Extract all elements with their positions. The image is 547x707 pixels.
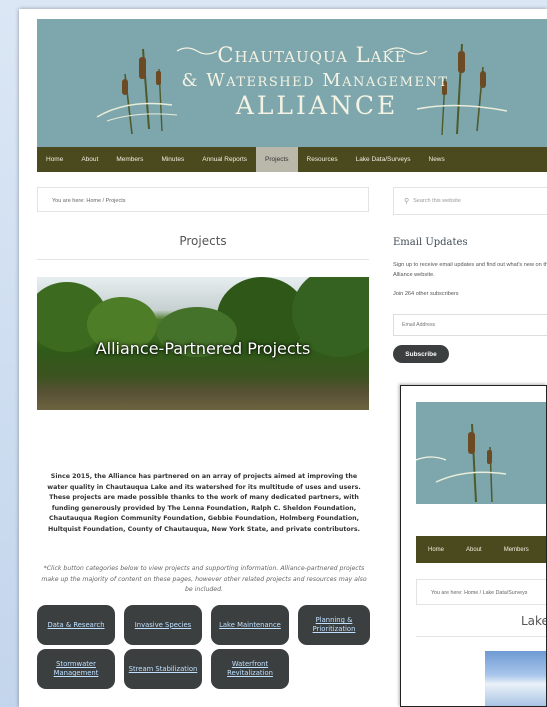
category-button-stormwater-management[interactable]: Stormwater Management [37, 649, 115, 689]
nav-item-lake-data-surveys[interactable]: Lake Data/Surveys [347, 147, 420, 172]
nav-item-projects[interactable]: Projects [256, 147, 298, 172]
overlay-screenshot: Home About Members You are here: Home / … [400, 385, 547, 707]
banner-title-line3: ALLIANCE [235, 91, 399, 120]
overlay-nav-about: About [466, 546, 482, 553]
category-button-data-research[interactable]: Data & Research [37, 605, 115, 645]
overlay-banner [416, 402, 546, 504]
email-updates-heading: Email Updates [393, 237, 468, 248]
nav-item-minutes[interactable]: Minutes [152, 147, 193, 172]
email-updates-description: Sign up to receive email updates and fin… [393, 262, 547, 278]
instruction-note: *Click button categories below to view p… [41, 565, 367, 593]
overlay-nav-home: Home [428, 546, 445, 553]
subscriber-count: Join 264 other subscribers [393, 291, 459, 297]
page-title: Projects [179, 234, 227, 248]
banner-title-line1: Chautauqua Lake [217, 43, 407, 67]
hero-title: Alliance-Partnered Projects [95, 339, 311, 358]
nav-item-annual-reports[interactable]: Annual Reports [193, 147, 256, 172]
category-button-waterfront-revitalization[interactable]: Waterfront Revitalization [211, 649, 289, 689]
overlay-breadcrumb: You are here: Home / Lake Data/Surveys [416, 579, 546, 605]
site-header-banner[interactable]: Chautauqua Lake & Watershed Management A… [37, 19, 547, 147]
subscribe-button[interactable]: Subscribe [393, 345, 449, 363]
hero-image: Alliance-Partnered Projects [37, 277, 369, 410]
overlay-title-divider [416, 636, 546, 637]
overlay-nav: Home About Members [416, 536, 546, 563]
nav-item-news[interactable]: News [420, 147, 454, 172]
overlay-page-title: Lake [521, 614, 547, 628]
overlay-nav-members: Members [503, 546, 529, 553]
main-nav: Home About Members Minutes Annual Report… [37, 147, 547, 172]
nav-item-resources[interactable]: Resources [298, 147, 347, 172]
overlay-cattail-illustration [416, 423, 507, 503]
intro-paragraph: Since 2015, the Alliance has partnered o… [47, 473, 361, 533]
search-input[interactable]: ⚲ Search this website [393, 187, 547, 215]
overlay-sky-photo [485, 651, 546, 706]
banner-title-line2: & Watershed Management [181, 70, 449, 91]
category-button-invasive-species[interactable]: Invasive Species [124, 605, 202, 645]
breadcrumb: You are here: Home / Projects [37, 187, 369, 212]
email-field[interactable] [393, 314, 547, 336]
nav-item-about[interactable]: About [72, 147, 107, 172]
category-button-planning-prioritization[interactable]: Planning & Prioritization [298, 605, 370, 645]
nav-item-home[interactable]: Home [37, 147, 72, 172]
search-icon: ⚲ [404, 198, 410, 205]
category-button-lake-maintenance[interactable]: Lake Maintenance [211, 605, 289, 645]
title-divider [37, 259, 369, 260]
search-placeholder: Search this website [413, 198, 461, 204]
category-button-stream-stabilization[interactable]: Stream Stabilization [124, 649, 202, 689]
nav-item-members[interactable]: Members [107, 147, 152, 172]
